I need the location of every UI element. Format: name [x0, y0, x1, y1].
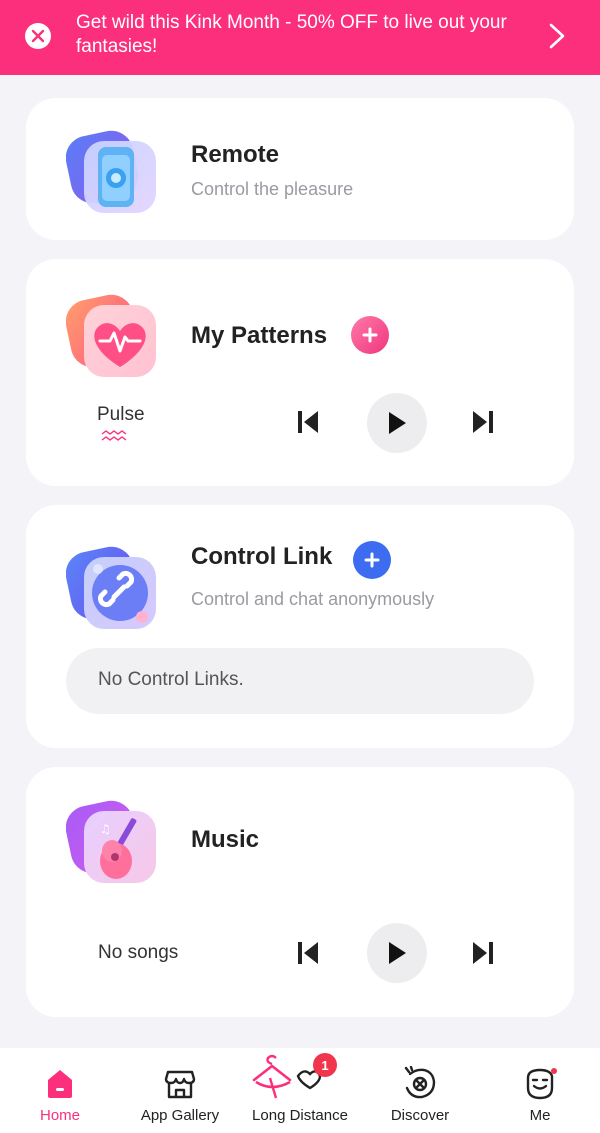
play-button[interactable]: [367, 393, 427, 453]
add-control-link-button[interactable]: [353, 541, 391, 579]
control-links-empty-state: No Control Links.: [66, 648, 534, 714]
nav-me-label: Me: [529, 1107, 551, 1124]
wave-icon: [101, 429, 129, 447]
music-play-button[interactable]: [367, 923, 427, 983]
nav-home[interactable]: Home: [0, 1048, 120, 1133]
music-empty-text: No songs: [98, 942, 179, 963]
patterns-card: My Patterns Pulse: [26, 259, 574, 486]
nav-discover-label: Discover: [390, 1107, 450, 1124]
nav-long-distance[interactable]: Long Distance: [240, 1048, 360, 1133]
current-pattern-name: Pulse: [97, 404, 145, 425]
promo-banner[interactable]: Get wild this Kink Month - 50% OFF to li…: [0, 0, 600, 75]
patterns-title: My Patterns: [191, 322, 328, 349]
music-next-icon[interactable]: [471, 940, 495, 966]
promo-text: Get wild this Kink Month - 50% OFF to li…: [76, 12, 507, 57]
guitar-icon: ♫: [65, 797, 161, 892]
bottom-nav: Home App Gallery Long Distance 1 Discove…: [0, 1048, 600, 1133]
previous-icon[interactable]: [296, 409, 320, 435]
remote-subtitle: Control the pleasure: [191, 179, 354, 199]
discover-icon: [400, 1065, 440, 1100]
me-icon: [520, 1066, 560, 1100]
remote-icon: [65, 125, 161, 220]
control-link-title: Control Link: [191, 543, 333, 570]
remote-card[interactable]: Remote Control the pleasure: [26, 98, 574, 240]
next-icon[interactable]: [471, 409, 495, 435]
svg-text:♫: ♫: [100, 822, 111, 836]
add-pattern-button[interactable]: [351, 316, 389, 354]
nav-app-gallery[interactable]: App Gallery: [120, 1048, 240, 1133]
chevron-right-icon[interactable]: [548, 22, 566, 55]
link-icon: [65, 543, 161, 638]
remote-title: Remote: [191, 141, 280, 168]
control-link-subtitle: Control and chat anonymously: [191, 589, 435, 609]
music-title: Music: [191, 826, 260, 853]
close-icon[interactable]: [25, 23, 51, 49]
nav-me[interactable]: Me: [480, 1048, 600, 1133]
home-icon: [40, 1066, 80, 1100]
music-card: ♫ Music No songs: [26, 767, 574, 1017]
control-links-empty-text: No Control Links.: [98, 669, 244, 690]
control-link-card: Control Link Control and chat anonymousl…: [26, 505, 574, 748]
nav-home-label: Home: [39, 1107, 80, 1124]
nav-app-gallery-label: App Gallery: [140, 1107, 220, 1124]
play-icon: [389, 412, 406, 434]
heart-pulse-icon: [65, 289, 161, 384]
notification-badge: 1: [313, 1053, 337, 1077]
nav-discover[interactable]: Discover: [360, 1048, 480, 1133]
nav-long-distance-label: Long Distance: [252, 1107, 348, 1124]
store-icon: [160, 1066, 200, 1100]
music-previous-icon[interactable]: [296, 940, 320, 966]
music-play-icon: [389, 942, 406, 964]
